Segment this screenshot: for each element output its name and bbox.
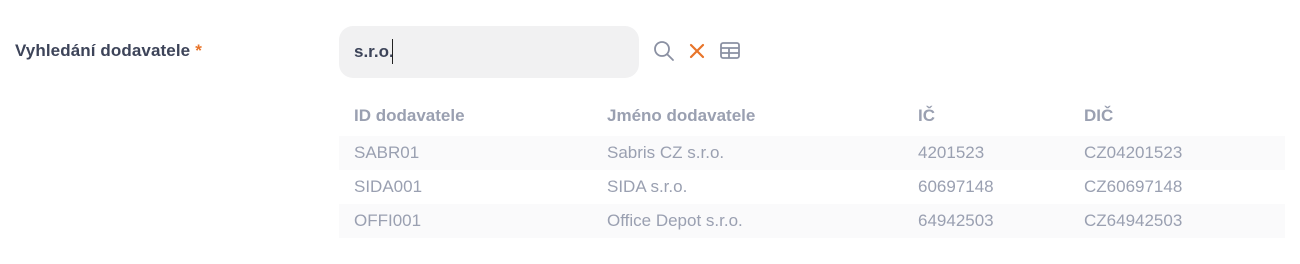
cell-name: Office Depot s.r.o. bbox=[607, 211, 743, 230]
close-icon bbox=[689, 43, 705, 59]
supplier-search-form: Vyhledání dodavatele* ID dodavatele Jmén… bbox=[0, 0, 1300, 264]
search-input[interactable] bbox=[339, 26, 639, 78]
cell-ic: 64942503 bbox=[918, 211, 994, 230]
cell-id: SABR01 bbox=[354, 143, 420, 162]
cell-id: SIDA001 bbox=[354, 177, 423, 196]
search-field[interactable] bbox=[339, 26, 639, 78]
table-row[interactable]: SIDA001 SIDA s.r.o. 60697148 CZ60697148 bbox=[339, 170, 1285, 204]
table-icon bbox=[720, 42, 740, 59]
field-label: Vyhledání dodavatele * bbox=[15, 41, 202, 61]
results-table: ID dodavatele Jméno dodavatele IČ DIČ SA… bbox=[339, 96, 1285, 238]
column-header-name: Jméno dodavatele bbox=[607, 106, 756, 125]
table-row[interactable]: SABR01 Sabris CZ s.r.o. 4201523 CZ042015… bbox=[339, 136, 1285, 170]
cell-dic: CZ60697148 bbox=[1084, 177, 1183, 196]
cell-dic: CZ04201523 bbox=[1084, 143, 1183, 162]
column-header-dic: DIČ bbox=[1084, 106, 1114, 125]
field-label-text: Vyhledání dodavatele bbox=[15, 41, 191, 60]
table-row[interactable]: OFFI001 Office Depot s.r.o. 64942503 CZ6… bbox=[339, 204, 1285, 238]
cell-name: Sabris CZ s.r.o. bbox=[607, 143, 725, 162]
cell-id: OFFI001 bbox=[354, 211, 422, 230]
column-header-ic: IČ bbox=[918, 106, 935, 125]
text-caret bbox=[392, 39, 393, 64]
search-button[interactable] bbox=[651, 38, 677, 64]
cell-dic: CZ64942503 bbox=[1084, 211, 1183, 230]
clear-button[interactable] bbox=[684, 38, 710, 64]
cell-ic: 4201523 bbox=[918, 143, 985, 162]
table-header: ID dodavatele Jméno dodavatele IČ DIČ bbox=[339, 96, 1285, 136]
required-marker: * bbox=[195, 41, 202, 60]
table-view-button[interactable] bbox=[717, 38, 743, 64]
cell-ic: 60697148 bbox=[918, 177, 994, 196]
column-header-id: ID dodavatele bbox=[354, 106, 465, 125]
cell-name: SIDA s.r.o. bbox=[607, 177, 688, 196]
search-icon bbox=[654, 41, 674, 61]
